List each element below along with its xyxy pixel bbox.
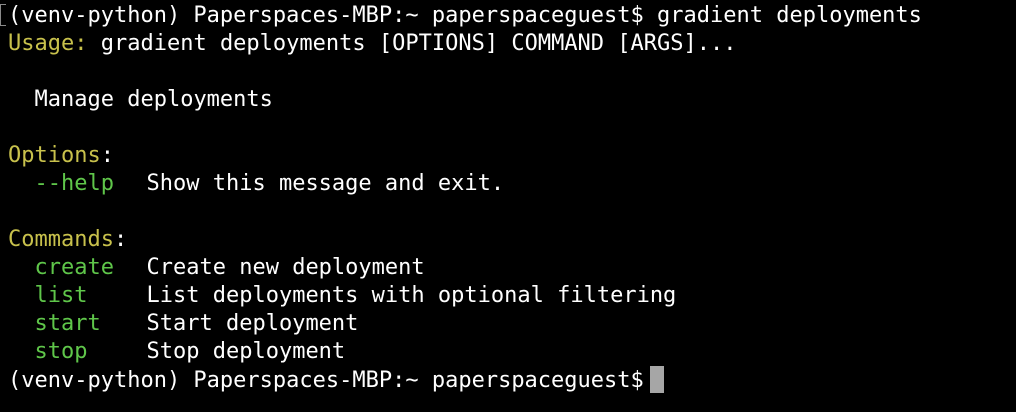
commands-heading: Commands: [8,226,127,254]
command-desc: List deployments with optional filtering [146,283,677,308]
command-desc: Stop deployment [146,339,346,364]
command-desc: Create new deployment [146,255,425,280]
entered-command: gradient deployments [657,3,922,28]
command-row-stop: stop Stop deployment [8,338,346,366]
option-row-help: --help Show this message and exit. [8,170,505,198]
command-name: list [34,283,88,308]
usage-label: Usage [8,31,75,56]
description-line: Manage deployments [8,86,273,114]
option-desc: Show this message and exit. [146,171,505,196]
command-row-list: list List deployments with optional filte… [8,282,677,310]
usage-line: Usage: gradient deployments [OPTIONS] CO… [8,30,737,58]
usage-text: gradient deployments [OPTIONS] COMMAND [… [100,31,737,56]
final-prompt-text: (venv-python) Paperspaces-MBP:~ paperspa… [8,368,644,393]
command-row-create: create Create new deployment [8,254,425,282]
command-row-start: start Start deployment [8,310,359,338]
prompt-text: (venv-python) Paperspaces-MBP:~ paperspa… [8,3,644,28]
command-name: stop [34,339,88,364]
description-text: Manage deployments [34,87,273,112]
options-heading-colon: : [100,143,114,168]
options-heading-label: Options [8,143,101,168]
final-prompt-line[interactable]: (venv-python) Paperspaces-MBP:~ paperspa… [8,366,664,394]
command-desc: Start deployment [146,311,359,336]
command-name: create [34,255,114,280]
commands-heading-colon: : [113,227,128,252]
commands-heading-label: Commands [8,227,114,252]
command-name: start [34,311,101,336]
mark-bracket-icon [0,4,6,26]
command-line: (venv-python) Paperspaces-MBP:~ paperspa… [8,2,922,30]
options-heading: Options: [8,142,114,170]
terminal-window[interactable]: (venv-python) Paperspaces-MBP:~ paperspa… [0,0,1016,412]
text-cursor[interactable] [649,366,664,393]
usage-colon: : [74,31,88,56]
option-name: --help [34,171,114,196]
